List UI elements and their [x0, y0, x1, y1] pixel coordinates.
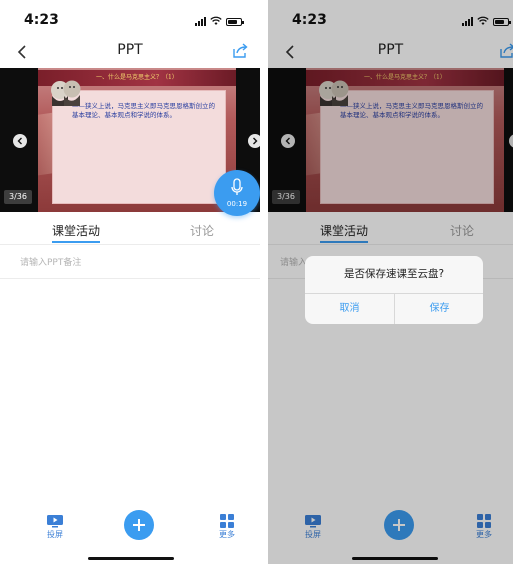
tab-classroom-activity[interactable]: 课堂活动: [52, 222, 100, 239]
home-indicator[interactable]: [88, 557, 174, 560]
divider: [0, 278, 260, 279]
phone-screen-dialog: 4:23 PPT 一、什么是马克思主义？（1） ——狭义上说，马克思主义即马克思…: [268, 0, 513, 564]
slide-image: 一、什么是马克思主义？（1） ——狭义上说，马克思主义即马克思恩格斯创立的基本理…: [38, 68, 236, 212]
chevron-right-icon: [253, 137, 258, 145]
cancel-button[interactable]: 取消: [305, 294, 394, 324]
nav-bar: PPT: [0, 38, 260, 66]
dialog-message: 是否保存速课至云盘?: [343, 268, 445, 280]
tab-discussion[interactable]: 讨论: [190, 222, 214, 239]
slide-body-text: ——狭义上说，马克思主义即马克思恩格斯创立的基本理论、基本观点和学说的体系。: [72, 102, 215, 119]
slide-title: 一、什么是马克思主义？（1）: [96, 74, 178, 81]
record-timer: 00:19: [226, 200, 248, 208]
slide-counter: 3/36: [4, 190, 32, 204]
cast-screen-button[interactable]: 投屏: [40, 514, 70, 540]
tab-bar: 课堂活动 讨论: [0, 214, 260, 244]
grid-icon: [220, 514, 234, 528]
record-button[interactable]: 00:19: [214, 170, 260, 216]
signal-icon: [195, 17, 206, 26]
save-button[interactable]: 保存: [395, 294, 483, 324]
microphone-icon: [231, 178, 243, 195]
more-button[interactable]: 更多: [212, 514, 242, 540]
status-icons: [195, 16, 244, 26]
share-icon[interactable]: [230, 41, 250, 61]
ppt-note-input[interactable]: [20, 256, 240, 270]
save-dialog: 是否保存速课至云盘? 取消 保存: [305, 256, 483, 324]
next-slide-button[interactable]: [248, 134, 260, 148]
more-label: 更多: [219, 530, 235, 539]
chevron-left-icon: [17, 137, 22, 145]
phone-screen-main: 4:23 PPT 一、什么是马克思主义？（1） ——狭义上说，马克思主义即马克思…: [0, 0, 260, 564]
active-tab-indicator: [52, 241, 100, 243]
add-button[interactable]: [124, 510, 154, 540]
wifi-icon: [210, 16, 222, 25]
status-time: 4:23: [24, 12, 59, 28]
plus-icon: [133, 519, 145, 531]
divider: [0, 244, 260, 245]
status-bar: 4:23: [0, 0, 260, 38]
prev-slide-button[interactable]: [13, 134, 27, 148]
battery-icon: [226, 18, 244, 26]
bottom-toolbar: 投屏 更多: [0, 500, 260, 564]
cast-screen-label: 投屏: [47, 530, 63, 539]
page-title: PPT: [117, 42, 143, 58]
screen-cast-icon: [47, 515, 63, 528]
